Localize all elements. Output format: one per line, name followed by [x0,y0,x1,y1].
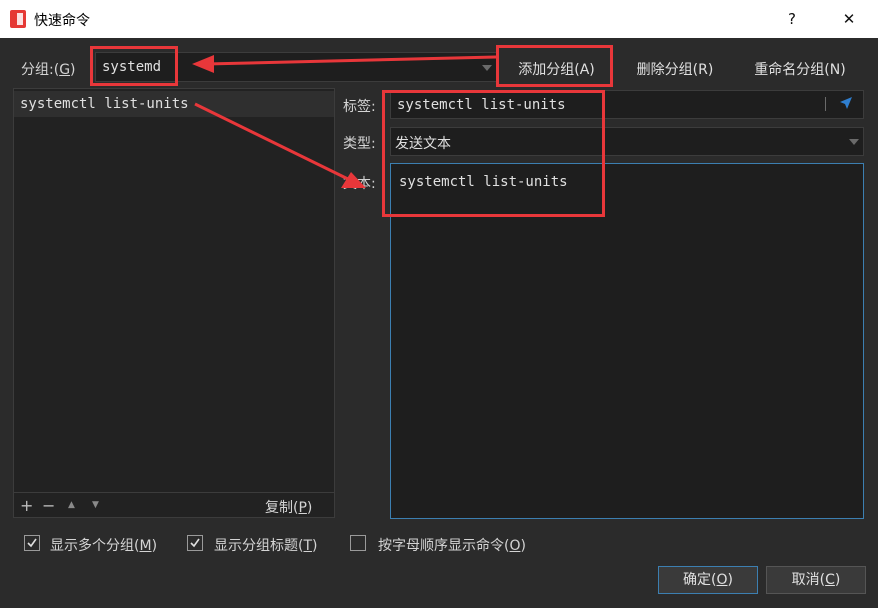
title-bar [0,0,878,38]
annotation-box-group [90,46,178,86]
move-up-icon[interactable]: ▲ [68,500,75,510]
help-button[interactable]: ? [770,4,814,34]
show-multiple-groups-checkbox[interactable] [24,535,40,551]
help-icon: ? [788,10,796,28]
rename-group-button[interactable]: 重命名分组(N) [740,59,860,79]
window-title: 快速命令 [34,13,90,29]
divider [14,492,334,493]
command-list: systemctl list-units + − ▲ ▼ 复制(P) [13,88,335,518]
alphabetical-order-checkbox[interactable] [350,535,366,551]
app-icon [10,10,26,28]
divider [825,97,826,111]
ok-button[interactable]: 确定(O) [658,566,758,594]
remove-command-icon[interactable]: − [42,496,55,515]
annotation-box-add-group [496,45,613,87]
move-down-icon[interactable]: ▼ [92,500,99,510]
add-command-icon[interactable]: + [20,496,33,515]
annotation-box-editor [382,90,605,217]
chevron-down-icon [849,139,859,145]
alphabetical-order-label: 按字母顺序显示命令(O) [378,538,526,554]
show-group-titles-checkbox[interactable] [187,535,203,551]
show-multiple-groups-label: 显示多个分组(M) [50,538,158,554]
chevron-down-icon [482,65,492,71]
delete-group-button[interactable]: 删除分组(R) [622,59,728,79]
copy-button[interactable]: 复制(P) [265,497,312,517]
list-item[interactable]: systemctl list-units [14,91,334,117]
tag-label: 标签: [343,99,376,115]
send-icon[interactable] [839,96,853,114]
cancel-button[interactable]: 取消(C) [766,566,866,594]
close-button[interactable]: ✕ [827,4,871,34]
text-label: 文本: [343,176,376,192]
show-group-titles-label: 显示分组标题(T) [214,538,318,554]
type-label: 类型: [343,136,376,152]
close-icon: ✕ [842,10,856,28]
group-label: 分组:(G) [21,62,76,78]
